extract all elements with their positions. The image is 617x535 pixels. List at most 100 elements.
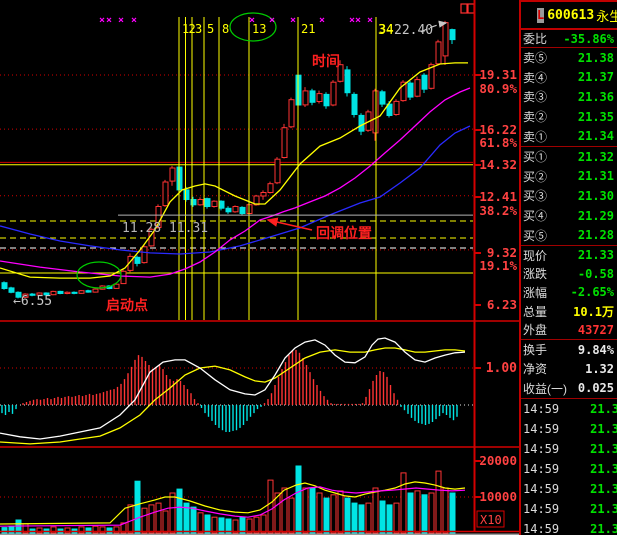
low-price-label: ←6.55 — [13, 294, 52, 309]
candle — [233, 207, 238, 212]
macd-axis-label: 1.00 — [486, 361, 517, 376]
candlesticks — [2, 21, 455, 299]
info-row-label: 涨幅 — [523, 284, 547, 301]
volume-bar — [345, 498, 350, 533]
candle — [72, 292, 77, 293]
tick-row: 14:5921.3 — [521, 519, 617, 535]
info-row-label: 外盘 — [523, 321, 547, 338]
tick-row: 14:5921.3 — [521, 499, 617, 519]
sell-signal-mark: × — [131, 15, 137, 26]
buy-level-row-label: 买① — [523, 148, 547, 165]
candle — [79, 291, 84, 294]
buy-level-row: 买⑤21.28 — [521, 225, 617, 245]
volume-bar — [436, 471, 441, 533]
tick-list: 14:5921.314:5921.314:5921.314:5921.314:5… — [521, 399, 617, 535]
candle — [205, 199, 210, 207]
volume-bar — [156, 503, 161, 533]
ma-line-magenta — [0, 88, 470, 277]
restore-rect — [461, 4, 467, 13]
buy-level-row-value: 21.32 — [578, 150, 614, 164]
tick-price: 21.3 — [590, 462, 617, 476]
volume-bar — [422, 495, 427, 533]
volume-axis-label: 20000 — [479, 453, 517, 468]
buy-level-row-value: 21.30 — [578, 189, 614, 203]
buy-level-row-label: 买② — [523, 168, 547, 185]
sell-signal-mark: × — [319, 15, 325, 26]
tick-row: 14:59 21.3 — [521, 399, 617, 419]
tick-row: 14:5921.3 — [521, 439, 617, 459]
tick-time: 14:59 — [523, 482, 559, 496]
sell-level-row-label: 卖② — [523, 108, 547, 125]
volume-bar — [149, 505, 154, 533]
tick-row: 14:59 21.3 — [521, 459, 617, 479]
tick-time: 14:59 — [523, 462, 559, 476]
sell-signal-mark: × — [249, 15, 255, 26]
candle — [380, 92, 385, 104]
volume-bar — [331, 495, 336, 533]
candle — [121, 271, 126, 283]
info-row: 换手9.84% — [521, 340, 617, 359]
sell-level-row-label: 卖③ — [523, 88, 547, 105]
info-row-value: -0.58 — [578, 267, 614, 281]
pullback-annotation: 回调位置 — [316, 225, 372, 242]
sell-level-row-value: 21.35 — [578, 110, 614, 124]
volume-bar — [268, 480, 273, 533]
restore-window-icon[interactable] — [461, 4, 474, 13]
stock-name: 永生 — [596, 6, 617, 25]
tick-price: 21.3 — [590, 502, 617, 516]
candle — [9, 288, 14, 292]
main-chart[interactable]: 1235813213411.28 11.31×××××××××××时间回调位置启… — [0, 0, 521, 535]
candle — [268, 184, 273, 193]
tick-row: 14:5921.3 — [521, 479, 617, 499]
candle — [2, 283, 7, 289]
sell-level-row-label: 卖① — [523, 128, 547, 145]
fib-time-label: 3 — [195, 22, 202, 36]
candle — [135, 257, 140, 263]
info-row: 涨跌-0.58 — [521, 265, 617, 284]
candle — [408, 83, 413, 97]
candle — [450, 30, 455, 40]
info-row-value: -2.65% — [571, 285, 614, 299]
volume-bar — [128, 505, 133, 533]
volume-bar — [324, 498, 329, 533]
info-row: 现价21.33 — [521, 246, 617, 265]
weibi-value: -35.86% — [563, 32, 614, 46]
buy-level-row: 买②21.31 — [521, 167, 617, 187]
info-row-value: 10.1万 — [573, 303, 614, 320]
info-row: 收益(一)0.025 — [521, 379, 617, 398]
fib-time-label: 8 — [222, 22, 229, 36]
info-row-value: 0.025 — [578, 381, 614, 395]
tick-time: 14:59 — [523, 402, 559, 416]
sell-signal-mark: × — [99, 15, 105, 26]
volume-bar — [338, 491, 343, 533]
candle — [226, 208, 231, 212]
stock-code: 600613 — [547, 8, 594, 23]
volume-bar — [387, 505, 392, 533]
volume-bar — [317, 493, 322, 533]
candle — [282, 128, 287, 158]
candle — [359, 115, 364, 131]
volume-bar — [394, 503, 399, 533]
sell-level-row: 卖①21.34 — [521, 126, 617, 146]
volume-bar — [142, 508, 147, 533]
candle — [331, 82, 336, 105]
info-row-value: 1.32 — [585, 362, 614, 376]
sell-signal-mark: × — [355, 15, 361, 26]
volume-bar — [289, 498, 294, 533]
volume-bar — [135, 481, 140, 533]
tick-price: 21.3 — [590, 402, 617, 416]
volume-axis-label: 10000 — [479, 489, 517, 504]
price-info: 现价21.33涨跌-0.58涨幅-2.65%总量10.1万外盘43727 — [521, 246, 617, 340]
volume-bar — [254, 517, 259, 533]
price-axis-label: 61.8% — [479, 135, 517, 150]
buy-level-row-label: 买⑤ — [523, 227, 547, 244]
candle — [352, 94, 357, 114]
candle — [443, 23, 448, 56]
candle — [317, 94, 322, 102]
weibi-row: 委比 -35.86% — [521, 30, 617, 48]
candle — [240, 207, 245, 213]
tick-price: 21.3 — [590, 422, 617, 436]
sell-level-row-label: 卖④ — [523, 69, 547, 86]
info-row: 外盘43727 — [521, 320, 617, 339]
price-axis-label: 19.1% — [479, 258, 517, 273]
